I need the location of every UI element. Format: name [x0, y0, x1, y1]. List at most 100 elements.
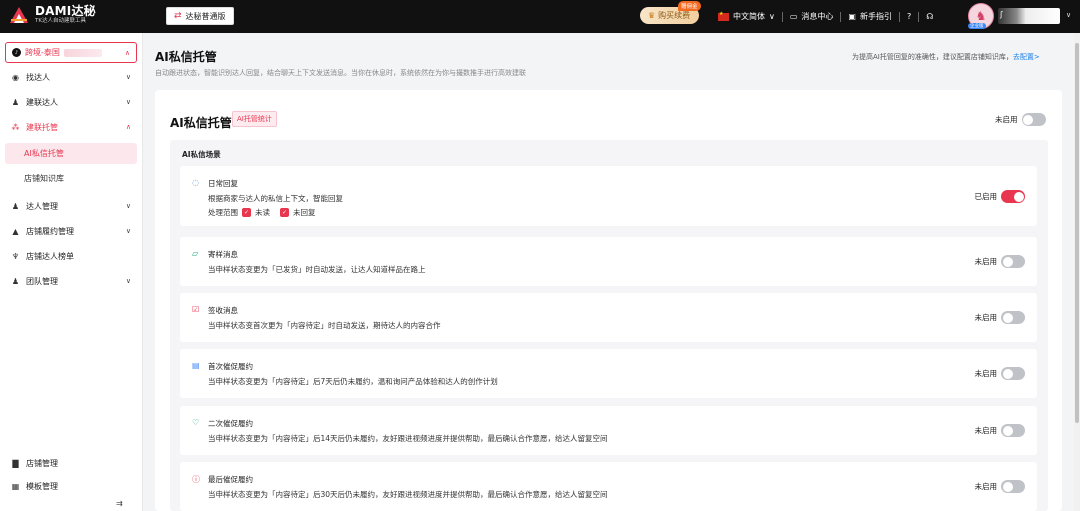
user-avatar[interactable]: ♞ 企业版	[968, 3, 994, 29]
box-icon: ▱	[192, 249, 199, 258]
sidebar-subitem-knowledge-base[interactable]: 店铺知识库	[5, 168, 137, 189]
username-redacted[interactable]	[998, 8, 1060, 24]
master-toggle-switch[interactable]	[1021, 113, 1046, 126]
help-icon: ?	[906, 12, 912, 21]
card-title: AI私信托管	[170, 116, 232, 130]
configure-link[interactable]: 去配置>	[1013, 53, 1040, 61]
page-description: 自动跟进状态，智能识别达人回复，结合聊天上下文发送消息。当你在休息时，系统依然在…	[155, 69, 526, 77]
sidebar-item-label: 店铺履约管理	[26, 226, 74, 236]
guide-label: 新手指引	[859, 12, 892, 21]
divider	[781, 11, 783, 22]
language-select[interactable]: 中文简体 ∨	[718, 11, 775, 22]
scene-toggle[interactable]	[1001, 311, 1025, 324]
chevron-down-icon[interactable]: ∨	[1066, 11, 1071, 19]
scene-desc: 当申样状态变更为「内容待定」后7天后仍未履约，温和询问产品体验和达人的创作计划	[208, 377, 498, 386]
scene-toggle[interactable]	[1001, 255, 1025, 268]
scene-desc: 根据商家与达人的私信上下文，智能回复	[208, 194, 343, 203]
chevron-up-icon: ∧	[125, 123, 131, 131]
guide-button[interactable]: ▣ 新手指引	[848, 11, 892, 22]
chevron-down-icon: ∨	[125, 227, 131, 235]
sidebar-item-label: 模板管理	[26, 481, 58, 491]
sidebar-item-find-creators[interactable]: ◉ 找达人 ∨	[0, 66, 143, 88]
scene-list: AI私信场景 ◌ 日常回复 根据商家与达人的私信上下文，智能回复 处理范围 ✓ …	[170, 140, 1048, 511]
message-center-label: 消息中心	[801, 12, 834, 21]
edition-label: 达秘普通版	[185, 11, 226, 21]
sidebar-subitem-ai-hosting[interactable]: AI私信托管	[5, 143, 137, 164]
chat-icon: ◌	[192, 178, 199, 187]
scene-name: 签收消息	[208, 306, 238, 315]
sidebar-item-ranking[interactable]: ♆ 店铺达人榜单	[0, 245, 143, 267]
scene-name: 最后催促履约	[208, 475, 253, 484]
scene-card: ⓘ 最后催促履约 当申样状态变更为「内容待定」后30天后仍未履约，友好跟进视频进…	[180, 462, 1037, 511]
scene-card: ◌ 日常回复 根据商家与达人的私信上下文，智能回复 处理范围 ✓ 未读 ✓ 未回…	[180, 166, 1037, 226]
region-selector[interactable]: ♪ 跨境-泰国 ∧	[5, 42, 137, 63]
collapse-sidebar-icon[interactable]: ⇉	[116, 499, 123, 508]
brand-logo[interactable]: DAMI达秘 TK达人自动建联工具	[8, 4, 96, 26]
sidebar-item-template-management[interactable]: ▦ 模板管理	[0, 475, 143, 497]
scene-toggle[interactable]	[1001, 480, 1025, 493]
store-icon: ▲	[12, 226, 19, 236]
crown-icon: ♛	[648, 11, 656, 20]
chevron-down-icon: ∨	[769, 12, 775, 21]
top-right-actions: 中文简体 ∨ ▭ 消息中心 ▣ 新手指引 ? ☊	[718, 0, 933, 33]
scene-name: 首次催促履约	[208, 362, 253, 371]
scope-options: 处理范围 ✓ 未读 ✓ 未回复	[208, 207, 322, 218]
template-icon: ▦	[11, 481, 20, 491]
top-bar: DAMI达秘 TK达人自动建联工具 ⇄ 达秘普通版 ♛ 购买续费 赠佣金 中文简…	[0, 0, 1080, 33]
knowledge-hint: 为提高AI托管回复的准确性，建议配置店铺知识库，去配置>	[852, 52, 1040, 62]
username-initial: ʃ	[1000, 10, 1003, 19]
help-button[interactable]: ?	[907, 12, 911, 21]
unread-label: 未读	[255, 208, 270, 217]
scene-status: 未启用	[975, 424, 1025, 437]
headset-icon: ☊	[926, 12, 934, 21]
message-center-button[interactable]: ▭ 消息中心	[790, 11, 834, 22]
buy-label: 购买续费	[658, 11, 691, 20]
status-label: 未启用	[974, 482, 998, 491]
scene-toggle[interactable]	[1001, 367, 1025, 380]
sidebar-item-label: 找达人	[26, 72, 50, 82]
region-label: 跨境-泰国	[25, 48, 60, 57]
alert-icon: ⓘ	[192, 475, 200, 484]
buy-renew: ♛ 购买续费 赠佣金	[640, 1, 701, 24]
hint-text: 为提高AI托管回复的准确性，建议配置店铺知识库，	[852, 53, 1013, 61]
scene-desc: 当申样状态变首次更为「内容待定」时自动发送，期待达人的内容合作	[208, 321, 441, 330]
chevron-up-icon: ∧	[124, 48, 130, 57]
heart-icon: ♡	[192, 418, 200, 427]
scene-desc: 当申样状态变更为「内容待定」后14天后仍未履约，友好跟进视频进度并提供帮助，最后…	[208, 434, 608, 443]
scene-toggle[interactable]	[1001, 424, 1025, 437]
scene-name: 二次催促履约	[208, 419, 253, 428]
calendar-icon: ▤	[192, 361, 200, 370]
edition-switch-button[interactable]: ⇄ 达秘普通版	[166, 7, 234, 25]
message-icon: ▭	[789, 12, 798, 21]
sidebar-item-store-management[interactable]: ▇ 店铺管理	[0, 452, 143, 474]
ai-hosting-card: AI私信托管 AI托管统计 未启用 AI私信场景 ◌ 日常回复 根据商家与达人的…	[155, 90, 1062, 511]
divider	[840, 11, 842, 22]
unread-checkbox[interactable]: ✓	[242, 208, 251, 217]
chevron-down-icon: ∨	[125, 202, 131, 210]
sidebar-item-connect-creators[interactable]: ♟ 建联达人 ∨	[0, 91, 143, 113]
scene-toggle[interactable]	[1001, 190, 1025, 203]
stats-tag-button[interactable]: AI托管统计	[232, 111, 277, 127]
page-scrollbar[interactable]	[1074, 33, 1080, 511]
sidebar-item-label: 店铺达人榜单	[26, 251, 74, 261]
scene-status: 未启用	[974, 480, 1025, 493]
scope-label: 处理范围	[208, 208, 238, 217]
switch-icon: ⇄	[174, 11, 182, 21]
status-label: 未启用	[974, 313, 998, 322]
region-account-redacted	[63, 48, 102, 57]
eye-icon: ◉	[12, 72, 19, 82]
master-status-label: 未启用	[995, 115, 1018, 124]
brand-title: DAMI达秘	[35, 4, 96, 19]
status-label: 已启用	[974, 192, 998, 201]
scene-status: 未启用	[975, 255, 1025, 268]
sidebar-item-hosting[interactable]: ⁂ 建联托管 ∧	[0, 116, 143, 138]
scrollbar-thumb[interactable]	[1075, 43, 1079, 423]
unreplied-label: 未回复	[293, 208, 316, 217]
sidebar-item-creator-management[interactable]: ♟ 达人管理 ∨	[0, 195, 143, 217]
sidebar-item-team[interactable]: ♟ 团队管理 ∨	[0, 270, 143, 292]
support-button[interactable]: ☊	[926, 12, 933, 21]
sidebar-subitem-label: 店铺知识库	[24, 174, 64, 183]
unreplied-checkbox[interactable]: ✓	[280, 208, 289, 217]
sidebar-item-fulfillment[interactable]: ▲ 店铺履约管理 ∨	[0, 220, 143, 242]
users-icon: ♟	[11, 201, 20, 211]
